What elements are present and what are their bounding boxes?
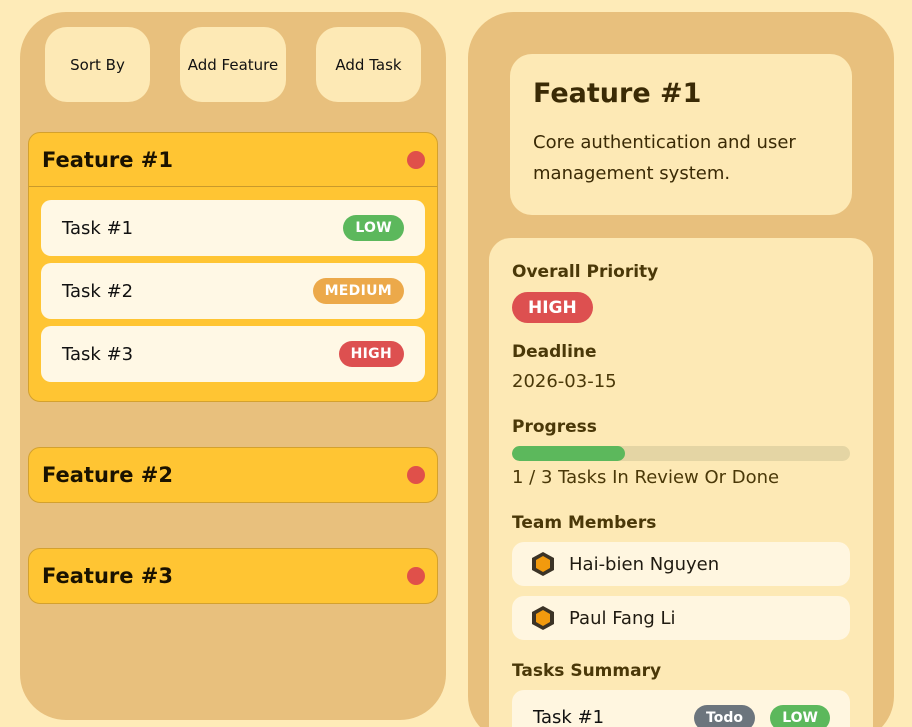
feature-card-1: Feature #1 Task #1 LOW Task #2 MEDIUM Ta… bbox=[28, 132, 438, 402]
feature-status-dot bbox=[407, 150, 425, 169]
feature-header-card: Feature #1 Core authentication and user … bbox=[510, 54, 852, 215]
task-label: Task #1 bbox=[62, 217, 134, 239]
task-row[interactable]: Task #1 LOW bbox=[41, 200, 425, 256]
deadline-label: Deadline bbox=[512, 342, 597, 362]
priority-badge-low: LOW bbox=[343, 215, 404, 241]
feature-title: Feature #2 bbox=[42, 463, 174, 487]
feature-detail-panel: Feature #1 Core authentication and user … bbox=[468, 12, 894, 727]
task-row[interactable]: Task #2 MEDIUM bbox=[41, 263, 425, 319]
hexagon-avatar-icon bbox=[532, 552, 554, 576]
overall-priority-label: Overall Priority bbox=[512, 262, 659, 282]
feature-header-1[interactable]: Feature #1 bbox=[29, 133, 437, 187]
team-member-item: Paul Fang Li bbox=[512, 596, 850, 640]
feature-card-2[interactable]: Feature #2 bbox=[28, 447, 438, 503]
overall-priority-badge: HIGH bbox=[512, 292, 593, 323]
status-badge-todo: Todo bbox=[694, 705, 755, 727]
priority-badge-high: HIGH bbox=[338, 341, 404, 367]
team-members-label: Team Members bbox=[512, 513, 657, 533]
feature-status-dot bbox=[407, 466, 425, 484]
feature-list-panel: Sort By Add Feature Add Task Feature #1 … bbox=[20, 12, 446, 720]
team-member-item: Hai-bien Nguyen bbox=[512, 542, 850, 586]
feature-title: Feature #3 bbox=[42, 564, 174, 588]
task-row[interactable]: Task #3 HIGH bbox=[41, 326, 425, 382]
member-name: Hai-bien Nguyen bbox=[569, 553, 720, 575]
add-feature-button[interactable]: Add Feature bbox=[180, 27, 286, 102]
task-label: Task #3 bbox=[62, 343, 134, 365]
progress-text: 1 / 3 Tasks In Review Or Done bbox=[512, 467, 780, 488]
priority-badge-medium: MEDIUM bbox=[312, 278, 404, 304]
add-task-button[interactable]: Add Task bbox=[316, 27, 421, 102]
feature-card-3[interactable]: Feature #3 bbox=[28, 548, 438, 604]
detail-title: Feature #1 bbox=[533, 78, 702, 109]
feature-status-dot bbox=[407, 567, 425, 585]
task-label: Task #2 bbox=[62, 280, 134, 302]
feature-header-2[interactable]: Feature #2 bbox=[29, 448, 437, 502]
detail-description: Core authentication and user management … bbox=[533, 132, 796, 184]
sort-by-button[interactable]: Sort By bbox=[45, 27, 150, 102]
hexagon-avatar-icon bbox=[532, 606, 554, 630]
priority-badge-low: LOW bbox=[770, 705, 830, 727]
progress-bar bbox=[512, 446, 850, 461]
progress-label: Progress bbox=[512, 417, 597, 437]
member-name: Paul Fang Li bbox=[569, 607, 676, 629]
feature-title: Feature #1 bbox=[42, 147, 174, 172]
summary-task-row[interactable]: Task #1 Todo LOW bbox=[512, 690, 850, 727]
summary-task-label: Task #1 bbox=[533, 707, 605, 727]
deadline-value: 2026-03-15 bbox=[512, 371, 617, 392]
tasks-summary-label: Tasks Summary bbox=[512, 661, 662, 681]
feature-details-card: Overall Priority HIGH Deadline 2026-03-1… bbox=[489, 238, 873, 727]
feature-header-3[interactable]: Feature #3 bbox=[29, 549, 437, 603]
progress-bar-fill bbox=[512, 446, 625, 461]
